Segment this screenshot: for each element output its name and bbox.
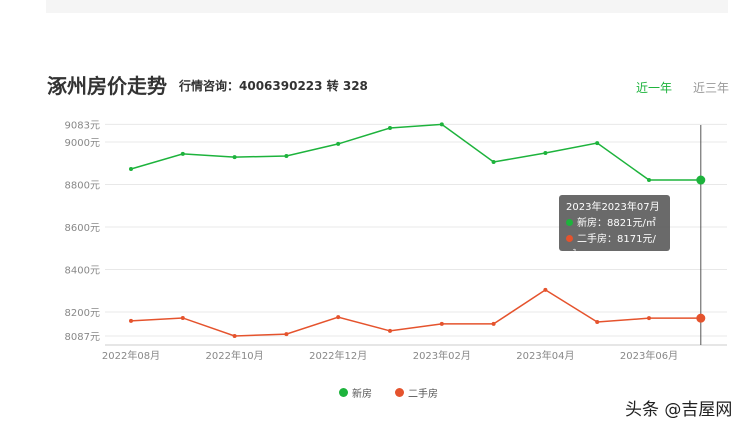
data-point — [232, 155, 237, 160]
x-tick-label: 2023年02月 — [413, 349, 471, 362]
data-point — [595, 319, 600, 324]
series-line-新房 — [130, 123, 701, 181]
x-tick-label: 2022年12月 — [309, 349, 367, 362]
series-line-二手房 — [130, 289, 701, 337]
data-point — [129, 166, 133, 171]
legend-second-label: 二手房 — [408, 389, 438, 400]
legend-new-icon — [339, 388, 348, 397]
x-tick-label: 2023年04月 — [516, 349, 574, 362]
legend-new[interactable]: 新房 — [339, 385, 372, 400]
watermark: 头条 @吉屋网 — [625, 400, 733, 420]
data-point — [647, 316, 651, 321]
y-tick-label: 8600元 — [65, 223, 100, 234]
data-point — [439, 321, 444, 326]
data-point — [180, 315, 185, 320]
data-point — [491, 321, 496, 326]
second-dot-icon — [566, 235, 573, 242]
tooltip-new: 新房：8821元/㎡ — [577, 218, 656, 229]
data-point — [439, 122, 444, 127]
data-point — [180, 151, 185, 156]
tooltip-second: 二手房：8171元/㎡ — [566, 234, 656, 261]
data-point — [284, 332, 289, 337]
data-point — [336, 141, 341, 146]
data-point — [284, 154, 289, 159]
y-tick-label: 8800元 — [65, 181, 100, 192]
data-point — [595, 141, 600, 146]
legend-second[interactable]: 二手房 — [395, 385, 438, 400]
data-point — [336, 315, 341, 320]
x-tick-label: 2023年06月 — [620, 349, 678, 362]
x-tick-label: 2022年08月 — [102, 349, 160, 362]
legend-new-label: 新房 — [352, 389, 372, 400]
data-point — [232, 334, 237, 339]
chart-tooltip: 2023年2023年07月 新房：8821元/㎡ 二手房：8171元/㎡ — [559, 195, 670, 261]
y-tick-label: 9083元 — [65, 120, 100, 131]
data-point — [388, 328, 392, 333]
tooltip-title: 2023年2023年07月 — [566, 202, 660, 213]
data-point — [543, 151, 548, 156]
data-point — [696, 313, 706, 323]
data-point — [491, 159, 496, 164]
data-point — [388, 125, 392, 130]
new-dot-icon — [566, 219, 573, 226]
data-point — [543, 287, 548, 292]
y-tick-label: 8200元 — [65, 308, 100, 319]
y-tick-label: 9000元 — [65, 138, 100, 149]
legend-second-icon — [395, 388, 404, 397]
y-tick-label: 8087元 — [65, 332, 100, 343]
y-tick-label: 8400元 — [65, 266, 100, 277]
data-point — [129, 318, 133, 323]
data-point — [696, 175, 706, 185]
data-point — [647, 178, 651, 183]
x-tick-label: 2022年10月 — [206, 349, 264, 362]
